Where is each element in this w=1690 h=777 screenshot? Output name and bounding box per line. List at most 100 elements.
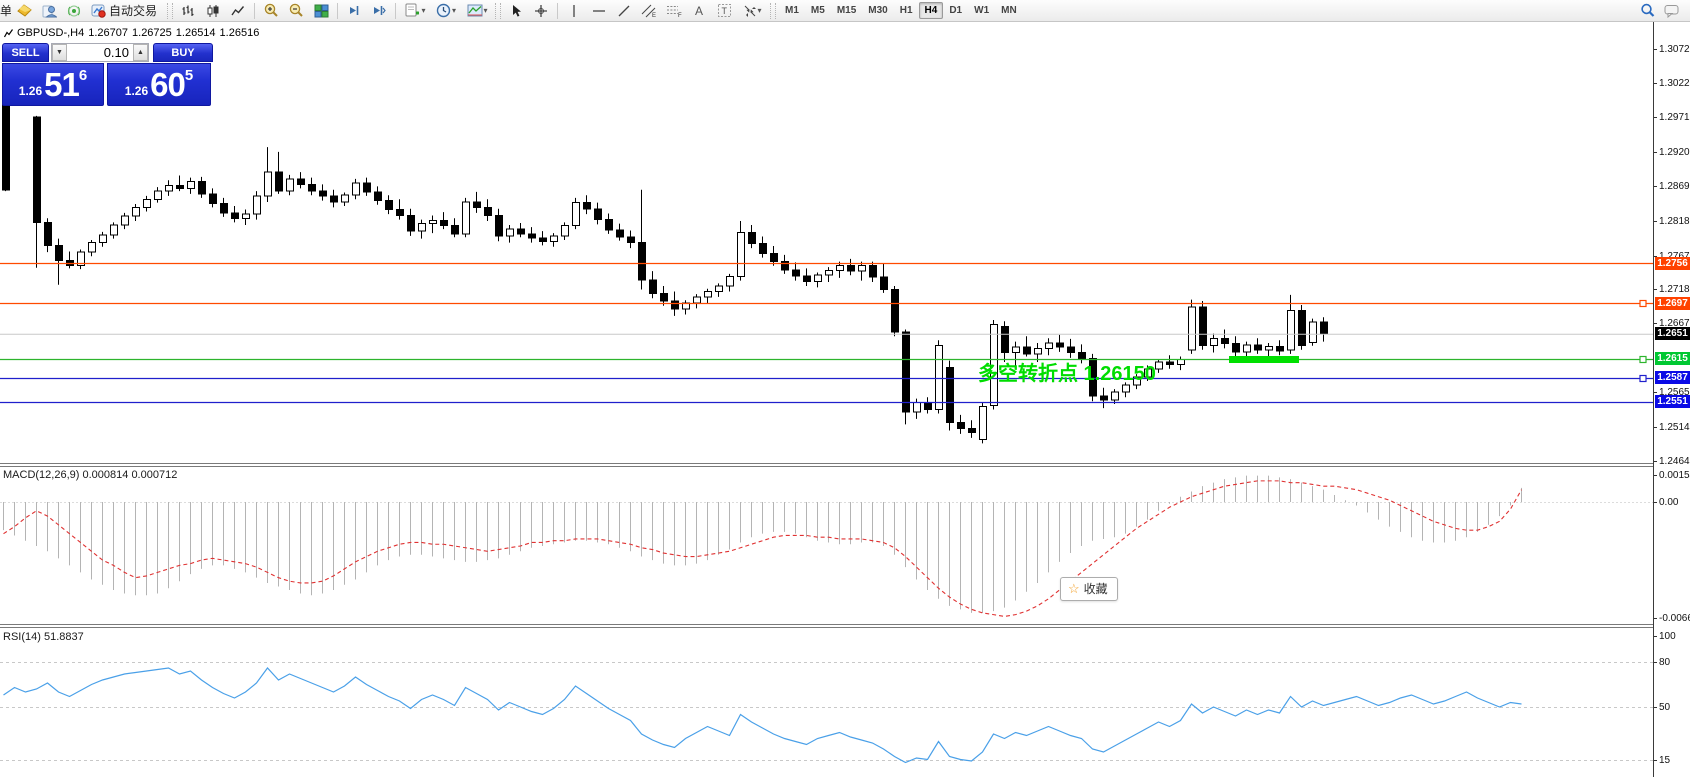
axis-tick bbox=[1654, 760, 1657, 761]
line-chart-button[interactable] bbox=[226, 1, 250, 21]
line-handle[interactable] bbox=[1640, 376, 1646, 382]
candle bbox=[485, 207, 492, 215]
price-tag-1.2756[interactable]: 1.2756 bbox=[1655, 257, 1690, 270]
quote-low: 1.26514 bbox=[176, 27, 216, 39]
candle bbox=[45, 222, 52, 245]
candle bbox=[947, 367, 954, 422]
volume-input[interactable] bbox=[67, 44, 133, 61]
buy-price-pip: 5 bbox=[185, 67, 193, 84]
timeframe-w1[interactable]: W1 bbox=[968, 2, 995, 19]
candle bbox=[507, 229, 514, 236]
price-tag-1.2697[interactable]: 1.2697 bbox=[1655, 297, 1690, 310]
timeframe-m15[interactable]: M15 bbox=[831, 2, 862, 19]
auto-trading-button[interactable]: 自动交易 bbox=[87, 1, 164, 21]
quote-open: 1.26707 bbox=[88, 27, 128, 39]
timeframe-m5[interactable]: M5 bbox=[805, 2, 831, 19]
volume-increase-button[interactable]: ▲ bbox=[133, 44, 148, 61]
candle bbox=[1266, 346, 1273, 349]
candle bbox=[1013, 347, 1020, 352]
text-label-tool[interactable]: T bbox=[712, 1, 736, 21]
candle bbox=[749, 232, 756, 243]
rsi-label: RSI(14) 51.8837 bbox=[3, 631, 84, 643]
candle bbox=[254, 196, 261, 214]
new-order-button[interactable]: 单 bbox=[0, 1, 11, 21]
candle bbox=[694, 297, 701, 303]
sell-button[interactable]: SELL bbox=[2, 43, 49, 62]
cursor-tool-button[interactable] bbox=[504, 1, 528, 21]
pane-splitter-macd[interactable] bbox=[0, 463, 1654, 467]
signal-icon[interactable] bbox=[62, 1, 86, 21]
toolbar-separator bbox=[254, 3, 255, 19]
auto-scroll-button[interactable] bbox=[342, 1, 366, 21]
timeframe-h4[interactable]: H4 bbox=[919, 2, 944, 19]
timeframe-mn[interactable]: MN bbox=[995, 2, 1023, 19]
vertical-line-tool[interactable] bbox=[562, 1, 586, 21]
macd-value-signal: 0.000712 bbox=[131, 469, 177, 481]
macd-label: MACD(12,26,9) 0.000814 0.000712 bbox=[3, 469, 177, 481]
candle bbox=[287, 179, 294, 191]
candle bbox=[562, 226, 569, 236]
candlestick-icon bbox=[206, 4, 220, 18]
buy-button[interactable]: BUY bbox=[153, 43, 213, 62]
svg-text:E: E bbox=[652, 13, 656, 18]
search-button[interactable] bbox=[1636, 1, 1660, 21]
templates-button[interactable]: ▾ bbox=[462, 1, 492, 21]
price-tick-1.3022: 1.3022 bbox=[1659, 78, 1690, 89]
text-label-icon: T bbox=[717, 3, 732, 18]
candle bbox=[804, 276, 811, 281]
axis-tick bbox=[1654, 289, 1657, 290]
pane-splitter-rsi[interactable] bbox=[0, 624, 1654, 628]
bar-chart-icon bbox=[181, 4, 195, 18]
price-tag-1.2587[interactable]: 1.2587 bbox=[1655, 371, 1690, 384]
chart-shift-icon bbox=[372, 4, 386, 17]
price-tag-1.2551[interactable]: 1.2551 bbox=[1655, 395, 1690, 408]
candle bbox=[1068, 347, 1075, 352]
candle bbox=[1002, 327, 1009, 353]
price-axis[interactable]: 1.30721.30221.29711.29201.28691.28181.27… bbox=[1653, 22, 1690, 777]
tile-windows-button[interactable] bbox=[309, 1, 333, 21]
candle bbox=[408, 216, 415, 232]
favorite-button[interactable]: ☆ 收藏 bbox=[1060, 577, 1118, 601]
arrows-tool-button[interactable]: ▾ bbox=[737, 1, 767, 21]
profile-icon[interactable] bbox=[37, 1, 61, 21]
candle bbox=[353, 183, 360, 195]
zoom-in-button[interactable] bbox=[259, 1, 283, 21]
order-icon[interactable] bbox=[12, 1, 36, 21]
candlestick-chart-button[interactable] bbox=[201, 1, 225, 21]
broadcast-icon bbox=[66, 4, 82, 18]
timeframe-m30[interactable]: M30 bbox=[862, 2, 893, 19]
price-tag-1.2615[interactable]: 1.2615 bbox=[1655, 352, 1690, 365]
sell-price-button[interactable]: 1.26 51 6 bbox=[2, 63, 104, 106]
candle bbox=[474, 202, 481, 207]
periodicity-button[interactable]: ▾ bbox=[431, 1, 461, 21]
zoom-out-button[interactable] bbox=[284, 1, 308, 21]
channel-tool[interactable]: E bbox=[637, 1, 661, 21]
candle bbox=[1211, 338, 1218, 345]
line-handle[interactable] bbox=[1640, 357, 1646, 363]
horizontal-line-tool[interactable] bbox=[587, 1, 611, 21]
text-tool[interactable]: A bbox=[687, 1, 711, 21]
candle bbox=[903, 332, 910, 412]
template-icon bbox=[467, 4, 483, 17]
fibonacci-tool[interactable]: F bbox=[662, 1, 686, 21]
bar-chart-button[interactable] bbox=[176, 1, 200, 21]
crosshair-tool-button[interactable] bbox=[529, 1, 553, 21]
timeframe-d1[interactable]: D1 bbox=[943, 2, 968, 19]
comment-button[interactable] bbox=[1660, 1, 1684, 21]
timeframe-m1[interactable]: M1 bbox=[779, 2, 805, 19]
timeframe-h1[interactable]: H1 bbox=[894, 2, 919, 19]
candle bbox=[848, 266, 855, 271]
candle bbox=[958, 422, 965, 428]
new-chart-button[interactable]: ▾ bbox=[400, 1, 430, 21]
timeframe-toolbar: M1M5M15M30H1H4D1W1MN bbox=[779, 2, 1023, 19]
line-handle[interactable] bbox=[1640, 301, 1646, 307]
candle bbox=[672, 301, 679, 309]
volume-decrease-button[interactable]: ▼ bbox=[52, 44, 67, 61]
current-price-tag[interactable]: 1.2651 bbox=[1655, 327, 1690, 340]
candle bbox=[1310, 322, 1317, 342]
highlight-box[interactable] bbox=[1229, 356, 1299, 363]
trendline-tool[interactable] bbox=[612, 1, 636, 21]
buy-price-button[interactable]: 1.26 60 5 bbox=[107, 63, 211, 106]
chart-shift-button[interactable] bbox=[367, 1, 391, 21]
rsi-line bbox=[4, 668, 1522, 763]
